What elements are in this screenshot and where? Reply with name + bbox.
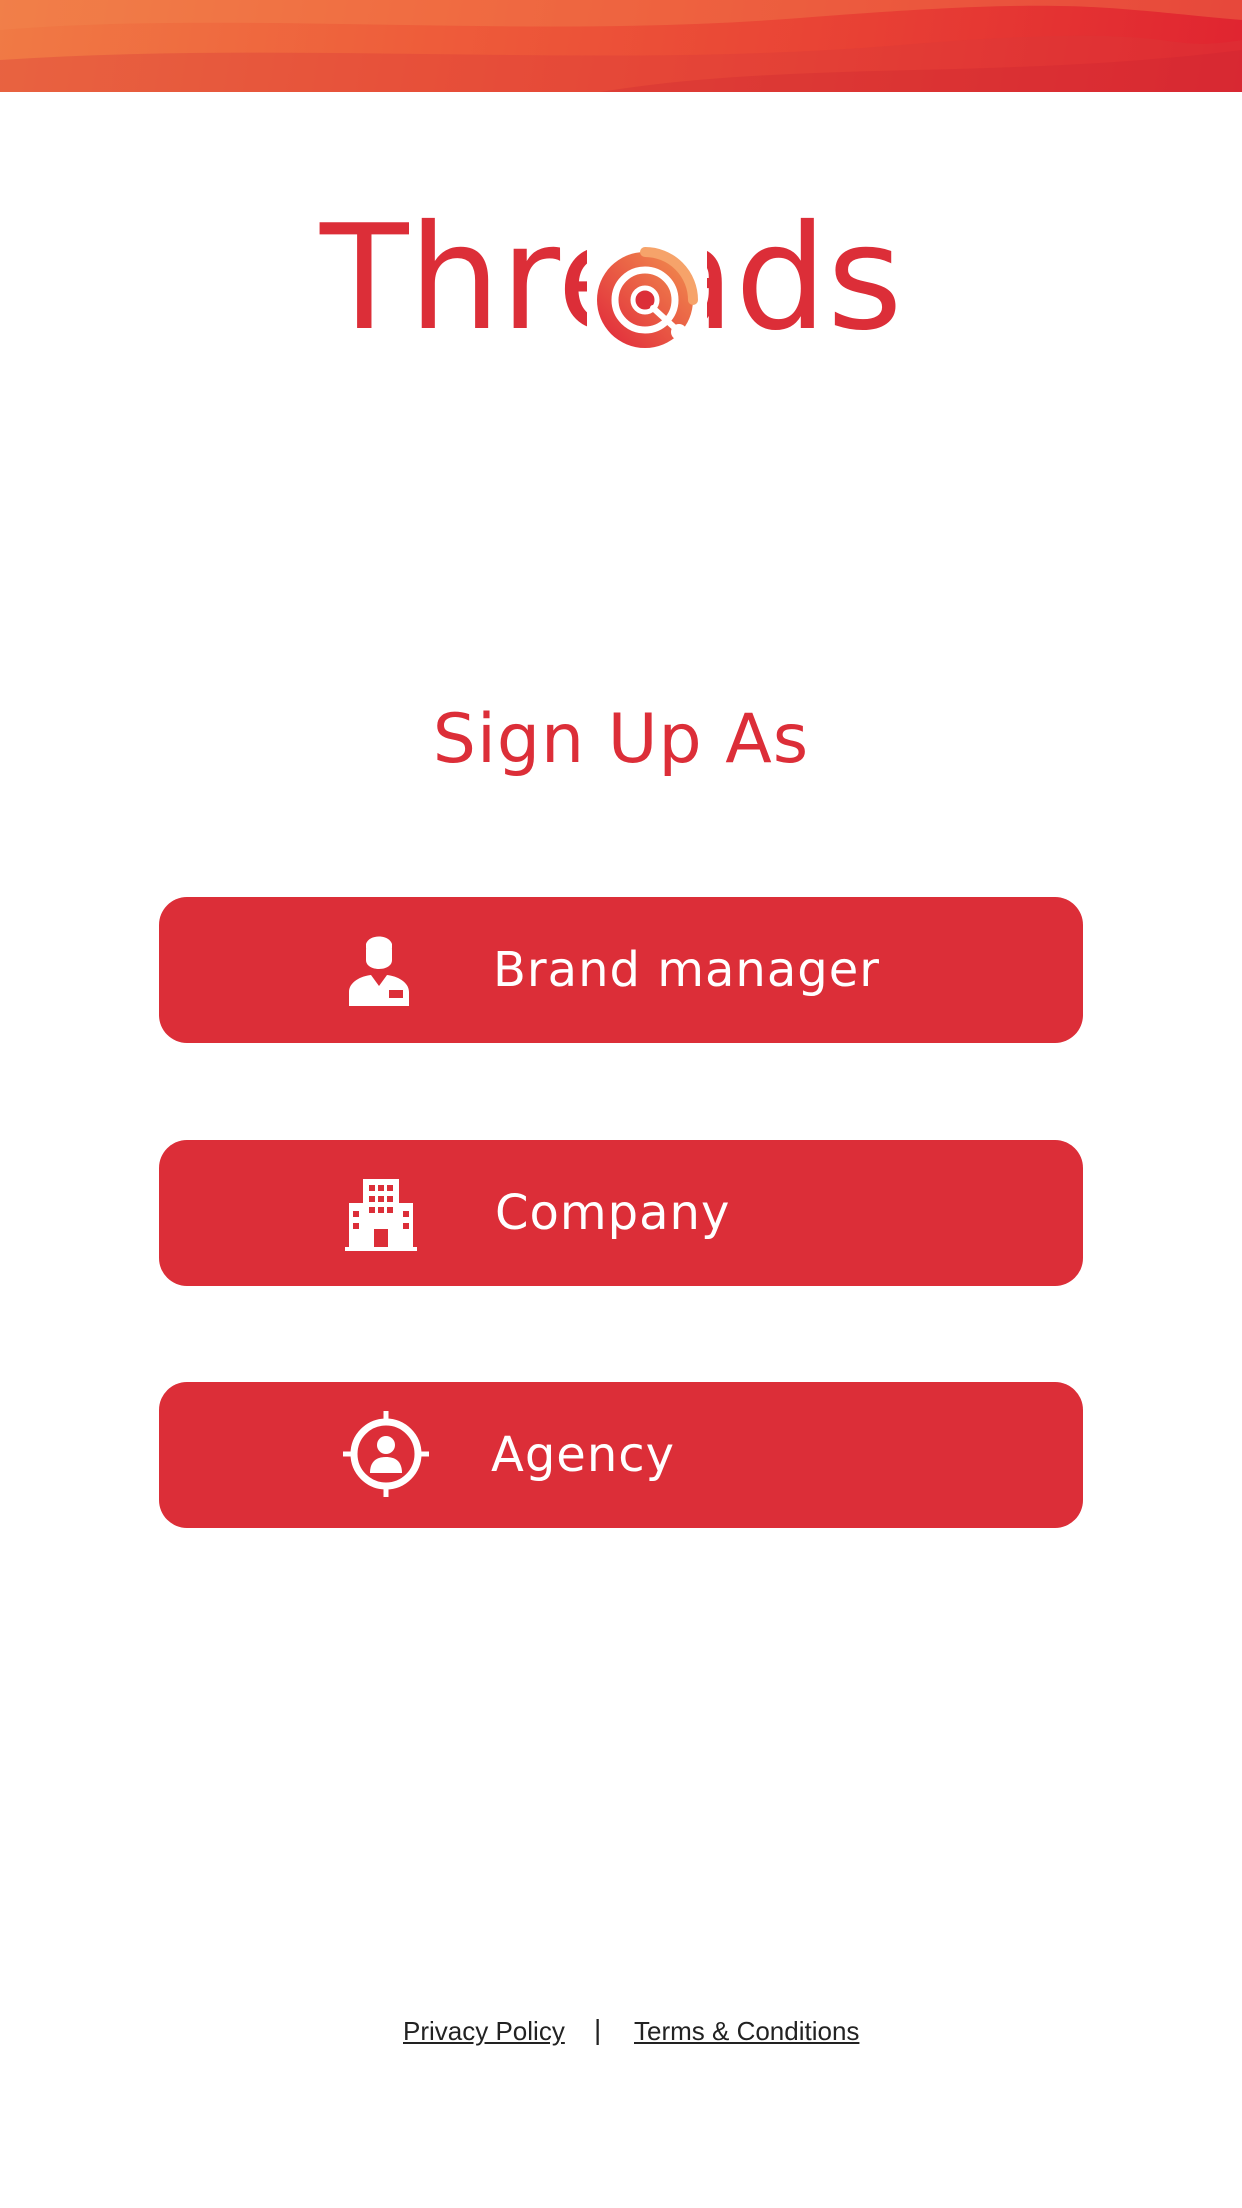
brand-manager-label: Brand manager	[493, 942, 880, 998]
target-user-icon	[343, 1411, 429, 1497]
privacy-policy-link[interactable]: Privacy Policy	[403, 2016, 565, 2047]
building-icon	[345, 1179, 417, 1251]
page-title: Sign Up As	[432, 700, 810, 779]
agency-label: Agency	[491, 1427, 676, 1483]
header-banner-pattern	[0, 0, 1242, 92]
brand-manager-icon	[349, 936, 409, 1006]
agency-button[interactable]: Agency	[159, 1382, 1083, 1528]
header-banner	[0, 0, 1242, 92]
company-label: Company	[495, 1185, 731, 1241]
company-button[interactable]: Company	[159, 1140, 1083, 1286]
logo-mark-icon	[587, 224, 707, 354]
brand-manager-button[interactable]: Brand manager	[159, 897, 1083, 1043]
footer-links: Privacy Policy | Terms & Conditions	[0, 2012, 1242, 2056]
threads-logo: Threads	[319, 200, 903, 360]
footer-separator: |	[594, 2014, 602, 2045]
terms-conditions-link[interactable]: Terms & Conditions	[634, 2016, 859, 2047]
